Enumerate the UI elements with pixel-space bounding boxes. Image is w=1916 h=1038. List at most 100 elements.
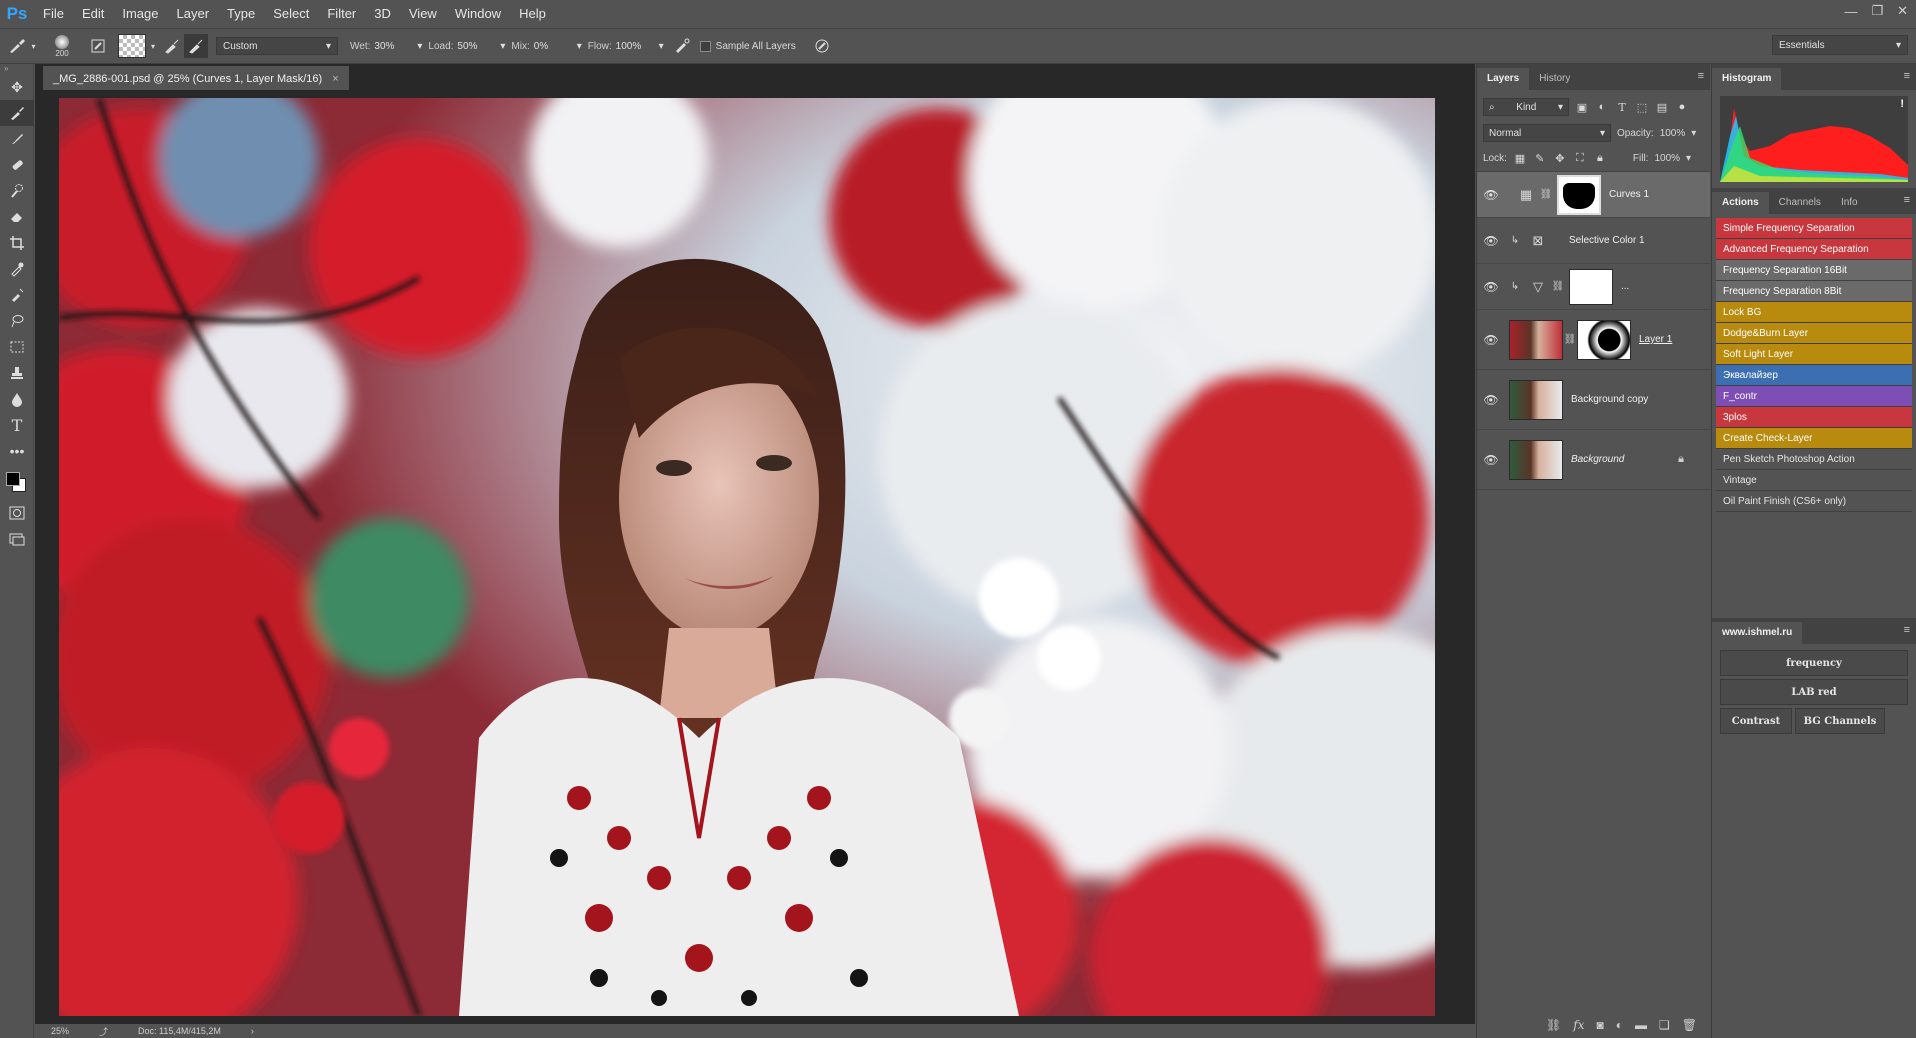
cache-warning-icon[interactable]: !	[1900, 98, 1904, 110]
clean-brush-after-stroke-icon[interactable]	[184, 34, 208, 58]
layer-row[interactable]: 👁︎ Background 🔒︎	[1477, 430, 1710, 490]
layer-name[interactable]: Curves 1	[1609, 189, 1649, 200]
layer-row[interactable]: 👁︎ ↳ ⊠ Selective Color 1	[1477, 218, 1710, 264]
eyedropper-tool-icon[interactable]	[0, 256, 34, 282]
layer-row[interactable]: 👁︎ ⛓︎ Layer 1	[1477, 310, 1710, 370]
workspace-dropdown[interactable]: Essentials ▾	[1772, 35, 1908, 55]
lock-position-icon[interactable]: ✥	[1553, 152, 1567, 165]
action-item[interactable]: Dodge&Burn Layer	[1716, 323, 1912, 344]
menu-select[interactable]: Select	[264, 0, 318, 28]
move-tool-icon[interactable]: ✥	[0, 74, 34, 100]
tab-ishmel[interactable]: www.ishmel.ru	[1712, 622, 1803, 644]
contrast-button[interactable]: Contrast	[1720, 708, 1792, 734]
mixer-brush-tool-preset-icon[interactable]: ▾	[0, 34, 44, 58]
eraser-tool-icon[interactable]	[0, 204, 34, 230]
minimize-button[interactable]: —	[1844, 4, 1857, 19]
brush-size-picker[interactable]: 200	[44, 34, 80, 58]
layer-mask-thumbnail[interactable]	[1569, 268, 1613, 305]
lasso-tool-icon[interactable]	[0, 308, 34, 334]
sample-all-layers-checkbox[interactable]: Sample All Layers	[699, 40, 796, 52]
layer-name[interactable]: Background	[1571, 454, 1624, 465]
link-icon[interactable]: ⛓︎	[1563, 334, 1577, 345]
tab-layers[interactable]: Layers	[1477, 68, 1530, 90]
add-mask-icon[interactable]: ◙	[1597, 1018, 1604, 1032]
eye-icon[interactable]: 👁︎	[1477, 453, 1505, 467]
chevron-down-icon[interactable]: ▾	[146, 34, 160, 58]
action-item[interactable]: Lock BG	[1716, 302, 1912, 323]
current-brush-load-swatch[interactable]	[118, 34, 146, 58]
layer-thumbnail[interactable]	[1509, 379, 1563, 420]
quick-mask-icon[interactable]	[0, 500, 34, 526]
action-item[interactable]: Эквалайзер	[1716, 365, 1912, 386]
tab-history[interactable]: History	[1529, 68, 1580, 90]
menu-layer[interactable]: Layer	[168, 0, 219, 28]
action-item[interactable]: Oil Paint Finish (CS6+ only)	[1716, 491, 1912, 512]
tab-info[interactable]: Info	[1831, 192, 1868, 214]
action-item[interactable]: Pen Sketch Photoshop Action	[1716, 449, 1912, 470]
pressure-size-icon[interactable]	[810, 34, 834, 58]
bg-channels-button[interactable]: BG Channels	[1795, 708, 1885, 734]
layer-thumbnail[interactable]	[1509, 439, 1563, 480]
lock-transparent-icon[interactable]: ▦	[1513, 152, 1527, 165]
load-brush-after-stroke-icon[interactable]	[160, 34, 184, 58]
new-layer-icon[interactable]: ❏	[1659, 1018, 1670, 1032]
collapse-arrows-icon[interactable]: »	[0, 64, 33, 74]
lock-pixels-icon[interactable]: ✎	[1533, 152, 1547, 165]
layer-name[interactable]: Selective Color 1	[1569, 235, 1645, 246]
frequency-button[interactable]: frequency	[1720, 650, 1908, 676]
menu-help[interactable]: Help	[510, 0, 555, 28]
filter-shape-icon[interactable]: ⬚	[1635, 101, 1649, 114]
color-replacement-tool-icon[interactable]	[0, 282, 34, 308]
fill-value[interactable]: 100%	[1654, 153, 1680, 164]
more-tools-icon[interactable]: •••	[0, 438, 34, 464]
marquee-tool-icon[interactable]	[0, 334, 34, 360]
action-item[interactable]: Create Check-Layer	[1716, 428, 1912, 449]
action-item[interactable]: Advanced Frequency Separation	[1716, 239, 1912, 260]
action-item[interactable]: Frequency Separation 8Bit	[1716, 281, 1912, 302]
filter-toggle-icon[interactable]: ●	[1675, 101, 1689, 113]
type-tool-icon[interactable]: T	[0, 412, 34, 438]
crop-tool-icon[interactable]	[0, 230, 34, 256]
menu-window[interactable]: Window	[446, 0, 510, 28]
delete-layer-icon[interactable]: 🗑︎	[1682, 1018, 1697, 1032]
close-tab-icon[interactable]: ×	[332, 73, 338, 85]
action-item[interactable]: F_contr	[1716, 386, 1912, 407]
brush-tool-icon[interactable]	[0, 126, 34, 152]
panel-menu-icon[interactable]: ≡	[1904, 194, 1910, 206]
menu-image[interactable]: Image	[113, 0, 167, 28]
filter-type-icon[interactable]: T	[1615, 101, 1629, 114]
flow-input[interactable]: 100% ▾	[616, 37, 664, 55]
mixer-brush-tool-icon[interactable]	[0, 100, 34, 126]
zoom-level[interactable]: 25%	[51, 1026, 69, 1036]
link-icon[interactable]: ⛓︎	[1551, 281, 1565, 292]
action-item[interactable]: Soft Light Layer	[1716, 344, 1912, 365]
panel-menu-icon[interactable]: ≡	[1904, 70, 1910, 82]
filter-pixel-icon[interactable]: ▣	[1575, 101, 1589, 114]
load-input[interactable]: 50% ▾	[457, 37, 505, 55]
filter-kind-dropdown[interactable]: ⌕ Kind ▾	[1483, 98, 1569, 116]
filter-smart-object-icon[interactable]: ▤	[1655, 101, 1669, 114]
tab-histogram[interactable]: Histogram	[1712, 68, 1782, 90]
eye-icon[interactable]: 👁︎	[1477, 333, 1505, 347]
checkbox-box[interactable]	[699, 40, 711, 52]
layer-mask-thumbnail[interactable]	[1577, 319, 1631, 360]
tab-channels[interactable]: Channels	[1769, 192, 1831, 214]
screen-mode-icon[interactable]	[0, 526, 34, 552]
link-icon[interactable]: ⛓︎	[1539, 189, 1553, 200]
brush-panel-toggle-icon[interactable]	[86, 34, 110, 58]
chevron-down-icon[interactable]: ▾	[1691, 128, 1696, 139]
color-swatches[interactable]	[0, 464, 34, 500]
lock-artboard-icon[interactable]: ⛶	[1573, 152, 1587, 165]
close-window-button[interactable]: ✕	[1897, 3, 1908, 19]
status-menu-arrow[interactable]: ›	[251, 1026, 254, 1036]
opacity-value[interactable]: 100%	[1660, 128, 1686, 139]
clone-stamp-tool-icon[interactable]	[0, 360, 34, 386]
fx-icon[interactable]: fx	[1573, 1018, 1584, 1032]
filter-adjustment-icon[interactable]: ◐	[1595, 101, 1609, 113]
eye-icon[interactable]: 👁︎	[1477, 280, 1505, 294]
quick-selection-tool-icon[interactable]	[0, 178, 34, 204]
restore-button[interactable]: ❐	[1871, 3, 1883, 19]
eye-icon[interactable]: 👁︎	[1477, 188, 1505, 202]
panel-menu-icon[interactable]: ≡	[1904, 624, 1910, 636]
panel-menu-icon[interactable]: ≡	[1698, 70, 1704, 82]
